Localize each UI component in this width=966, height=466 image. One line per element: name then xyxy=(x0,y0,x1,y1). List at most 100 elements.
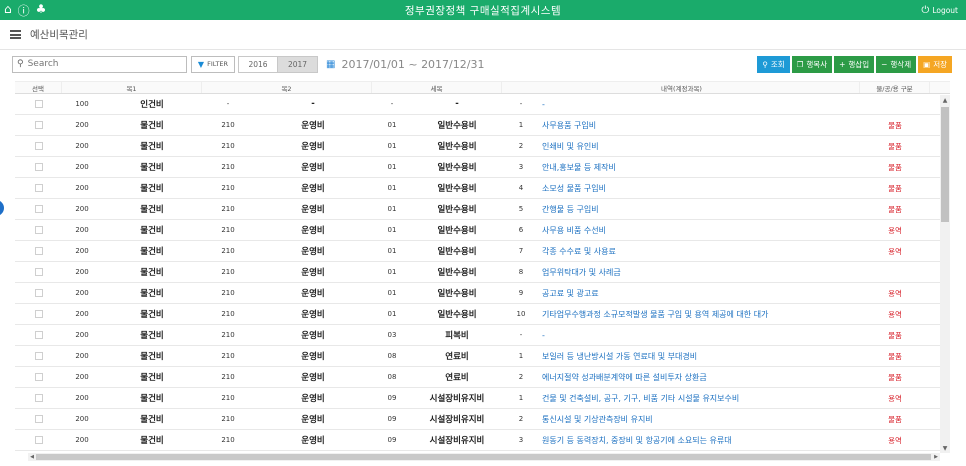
table-row[interactable]: 200 물건비 210 운영비 08 연료비 2 에너지절약 성과배분계약에 따른 설비투자 … xyxy=(15,367,950,388)
scroll-left-icon[interactable]: ◀ xyxy=(28,453,36,461)
table-row[interactable]: 200 물건비 210 운영비 01 일반수용비 9 공고료 및 광고료 용역 xyxy=(15,283,950,304)
year-button-2016[interactable]: 2016 xyxy=(238,55,278,73)
scroll-down-icon[interactable]: ▼ xyxy=(940,443,950,453)
row-checkbox[interactable] xyxy=(34,226,43,234)
copy-row-button[interactable]: ❐ 행복사 xyxy=(791,55,833,73)
type-label: 물품 xyxy=(888,372,902,382)
delete-row-button[interactable]: − 행삭제 xyxy=(876,55,917,73)
desc-text[interactable]: 업무위탁대가 및 사례금 xyxy=(540,262,860,282)
table-row[interactable]: 200 물건비 210 운영비 03 피복비 - - 물품 xyxy=(15,325,950,346)
col-select[interactable]: 선택 xyxy=(15,82,62,93)
table-row[interactable]: 200 물건비 210 운영비 09 시설장비유지비 2 통신시설 및 기상관측장비 유지비 물… xyxy=(15,409,950,430)
desc-text[interactable]: 에너지절약 성과배분계약에 따른 설비투자 상환금 xyxy=(540,367,860,387)
desc-text[interactable]: 공고료 및 광고료 xyxy=(540,283,860,303)
home-icon[interactable]: ⌂ xyxy=(4,2,12,19)
row-checkbox[interactable] xyxy=(34,184,43,192)
row-checkbox[interactable] xyxy=(34,436,43,444)
row-checkbox[interactable] xyxy=(34,121,43,129)
semok-name: 시설장비유지비 xyxy=(429,394,485,404)
logout-button[interactable]: ⏻ Logout xyxy=(886,5,966,16)
row-checkbox[interactable] xyxy=(34,205,43,213)
search-button[interactable]: ⚲ 조회 xyxy=(757,55,790,73)
info-icon[interactable]: ⓘ xyxy=(18,2,30,19)
desc-text[interactable]: 기타업무수행과정 소규모적발생 물품 구입 및 용역 제공에 대한 대가 xyxy=(540,304,860,324)
semok-code: 01 xyxy=(387,268,397,276)
delete-row-label: 행삭제 xyxy=(890,59,912,69)
desc-text[interactable]: 통신시설 및 기상관측장비 유지비 xyxy=(540,409,860,429)
save-button[interactable]: ▣ 저장 xyxy=(918,55,952,73)
search-icon: ⚲ xyxy=(762,59,768,69)
select-cell xyxy=(15,409,62,429)
select-cell xyxy=(15,136,62,156)
table-row[interactable]: 200 물건비 210 운영비 01 일반수용비 4 소모성 물품 구입비 물품 xyxy=(15,178,950,199)
row-checkbox[interactable] xyxy=(34,373,43,381)
desc-text[interactable]: 소모성 물품 구입비 xyxy=(540,178,860,198)
desc-text[interactable]: 원동기 등 동력장치, 중장비 및 항공기에 소요되는 유류대 xyxy=(540,430,860,450)
row-checkbox[interactable] xyxy=(34,100,43,108)
year-button-2017[interactable]: 2017 xyxy=(278,55,318,73)
row-checkbox[interactable] xyxy=(34,268,43,276)
semok-code: 01 xyxy=(387,163,397,171)
row-checkbox[interactable] xyxy=(34,352,43,360)
table-row[interactable]: 200 물건비 210 운영비 01 일반수용비 3 안내,홍보물 등 제작비 물품 xyxy=(15,157,950,178)
hscroll-thumb[interactable] xyxy=(36,454,931,460)
table-row[interactable]: 200 물건비 210 운영비 09 시설장비유지비 3 원동기 등 동력장치, 중장비 및 … xyxy=(15,430,950,451)
col-mok2[interactable]: 목2 xyxy=(202,82,372,93)
desc-text[interactable]: 간행물 등 구입비 xyxy=(540,199,860,219)
desc-no: 2 xyxy=(518,142,524,150)
table-row[interactable]: 200 물건비 210 운영비 01 일반수용비 6 사무용 비품 수선비 용역 xyxy=(15,220,950,241)
row-checkbox[interactable] xyxy=(34,247,43,255)
row-checkbox[interactable] xyxy=(34,394,43,402)
scroll-up-icon[interactable]: ▲ xyxy=(940,95,950,105)
filter-label: FILTER xyxy=(207,60,229,68)
desc-text[interactable]: 사무용 비품 수선비 xyxy=(540,220,860,240)
desc-text[interactable]: 안내,홍보물 등 제작비 xyxy=(540,157,860,177)
desc-text[interactable]: 보일러 등 냉난방시설 가동 연료대 및 부대경비 xyxy=(540,346,860,366)
desc-text[interactable]: 사무용품 구입비 xyxy=(540,115,860,135)
col-mok1[interactable]: 목1 xyxy=(62,82,202,93)
table-row[interactable]: 200 물건비 210 운영비 01 일반수용비 1 사무용품 구입비 물품 xyxy=(15,115,950,136)
search-box[interactable]: ⚲ xyxy=(12,55,187,73)
table-row[interactable]: 200 물건비 210 운영비 08 연료비 1 보일러 등 냉난방시설 가동 연료대 및 부… xyxy=(15,346,950,367)
semok-code: 01 xyxy=(387,142,397,150)
insert-row-button[interactable]: + 행삽입 xyxy=(834,55,875,73)
desc-text[interactable]: 각종 수수료 및 사용료 xyxy=(540,241,860,261)
scroll-right-icon[interactable]: ▶ xyxy=(932,453,940,461)
table-row[interactable]: 200 물건비 210 운영비 09 시설장비유지비 1 건물 및 건축설비, 공구, 기구,… xyxy=(15,388,950,409)
row-checkbox[interactable] xyxy=(34,415,43,423)
mok1-name: 물건비 xyxy=(140,121,164,131)
row-checkbox[interactable] xyxy=(34,289,43,297)
row-checkbox[interactable] xyxy=(34,142,43,150)
date-range[interactable]: 2017/01/01 ~ 2017/12/31 xyxy=(341,58,484,71)
desc-text[interactable]: 인쇄비 및 유인비 xyxy=(540,136,860,156)
row-checkbox[interactable] xyxy=(34,331,43,339)
search-input[interactable] xyxy=(27,59,178,69)
row-checkbox[interactable] xyxy=(34,163,43,171)
users-icon[interactable]: ♣ xyxy=(36,2,47,19)
table-row[interactable]: 200 물건비 210 운영비 01 일반수용비 7 각종 수수료 및 사용료 용역 xyxy=(15,241,950,262)
vertical-scrollbar[interactable]: ▲ ▼ xyxy=(940,95,950,453)
calendar-icon[interactable]: ▦ xyxy=(326,59,335,70)
scroll-thumb[interactable] xyxy=(941,107,949,222)
side-handle[interactable] xyxy=(0,200,4,216)
table-row[interactable]: 200 물건비 210 운영비 01 일반수용비 10 기타업무수행과정 소규모적발생 물품 … xyxy=(15,304,950,325)
type-label: 용역 xyxy=(888,309,902,319)
mok1-code: 200 xyxy=(75,163,89,171)
mok2-code: - xyxy=(226,100,230,108)
desc-text[interactable]: - xyxy=(540,94,860,114)
col-desc[interactable]: 내역(계정과목) xyxy=(502,82,860,93)
semok-code: 08 xyxy=(387,373,397,381)
horizontal-scrollbar[interactable]: ◀ ▶ xyxy=(28,453,940,461)
filter-button[interactable]: ▼ FILTER xyxy=(191,55,235,73)
table-row[interactable]: 200 물건비 210 운영비 01 일반수용비 5 간행물 등 구입비 물품 xyxy=(15,199,950,220)
desc-text[interactable]: - xyxy=(540,325,860,345)
row-checkbox[interactable] xyxy=(34,310,43,318)
mok2-name: 운영비 xyxy=(301,436,325,446)
table-row[interactable]: 200 물건비 210 운영비 01 일반수용비 2 인쇄비 및 유인비 물품 xyxy=(15,136,950,157)
col-type[interactable]: 물/공/용 구분 xyxy=(860,82,930,93)
table-row[interactable]: 100 인건비 - - - - - - xyxy=(15,94,950,115)
desc-text[interactable]: 건물 및 건축설비, 공구, 기구, 비품 기타 시설물 유지보수비 xyxy=(540,388,860,408)
col-semok[interactable]: 세목 xyxy=(372,82,502,93)
table-row[interactable]: 200 물건비 210 운영비 01 일반수용비 8 업무위탁대가 및 사례금 xyxy=(15,262,950,283)
menu-icon[interactable] xyxy=(10,30,21,39)
